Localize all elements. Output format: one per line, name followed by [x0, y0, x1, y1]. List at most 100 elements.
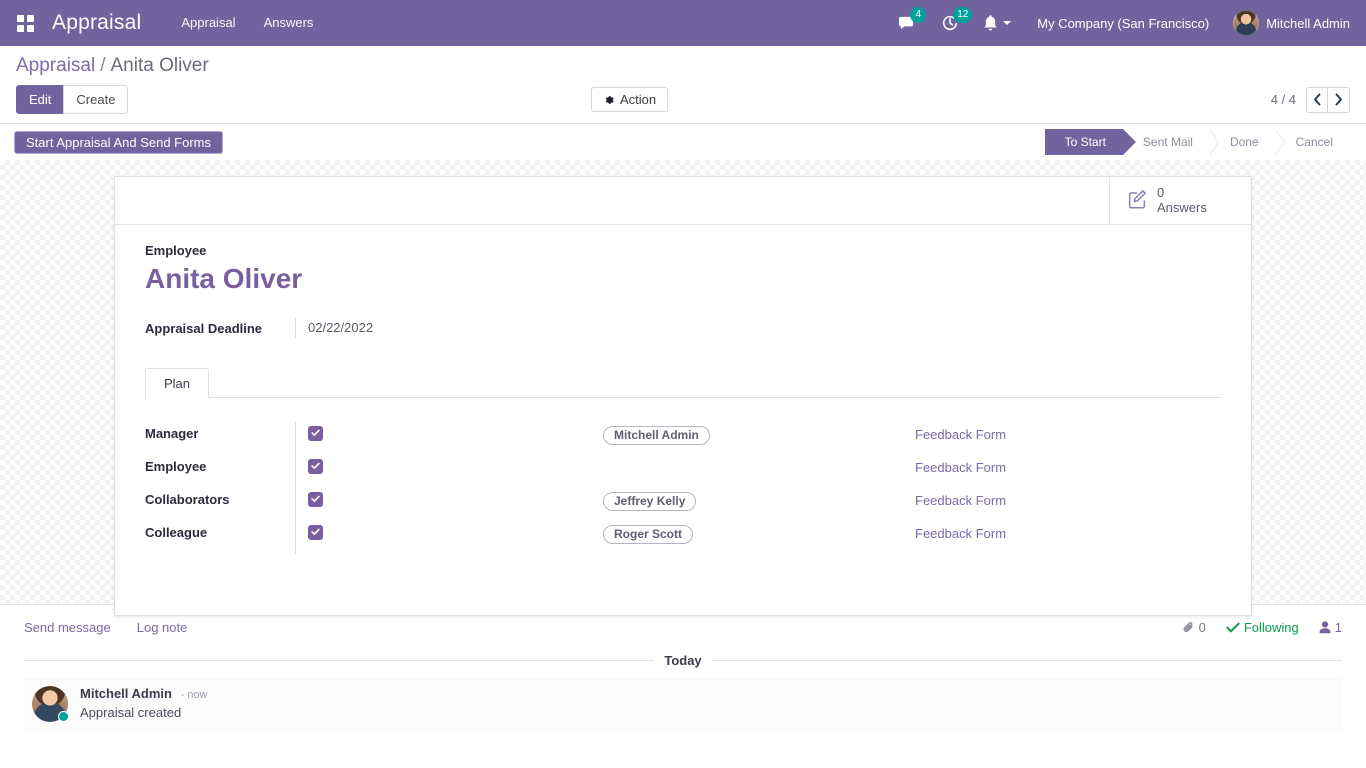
plan-row-tag-cell: Mitchell Admin — [603, 422, 915, 455]
status-to-start[interactable]: To Start — [1045, 129, 1123, 155]
top-navbar: Appraisal Appraisal Answers 4 12 My Comp… — [0, 0, 1366, 46]
message-header: Mitchell Admin - now — [80, 686, 208, 701]
log-note-button[interactable]: Log note — [137, 620, 188, 635]
company-switcher[interactable]: My Company (San Francisco) — [1023, 16, 1223, 31]
gear-icon — [603, 94, 615, 106]
plan-row-tag-cell: Jeffrey Kelly — [603, 488, 915, 521]
tag-jeffrey-kelly[interactable]: Jeffrey Kelly — [603, 492, 696, 511]
plan-row-checkbox-cell — [295, 422, 603, 455]
status-sent-mail[interactable]: Sent Mail — [1123, 129, 1210, 155]
chevron-down-icon — [1003, 21, 1011, 25]
checkbox-colleague[interactable] — [308, 525, 323, 540]
breadcrumb-current: Anita Oliver — [111, 55, 209, 77]
control-panel-buttons: Edit Create Action 4 / 4 — [16, 79, 1350, 123]
paperclip-icon — [1182, 621, 1195, 634]
attachments-button[interactable]: 0 — [1182, 620, 1206, 635]
tag-roger-scott[interactable]: Roger Scott — [603, 525, 693, 544]
smart-button-answers[interactable]: 0 Answers — [1109, 177, 1251, 224]
plan-row-checkbox-cell — [295, 455, 603, 488]
employee-label: Employee — [145, 243, 1221, 258]
message-thread: Today Mitchell Admin - now Appraisal cre… — [24, 645, 1342, 732]
appraisal-deadline-value[interactable]: 02/22/2022 — [295, 318, 415, 338]
check-icon — [311, 528, 320, 536]
feedback-form-link-manager[interactable]: Feedback Form — [915, 427, 1006, 442]
create-button[interactable]: Create — [63, 85, 128, 114]
feedback-form-link-colleague[interactable]: Feedback Form — [915, 526, 1006, 541]
messages-button[interactable]: 4 — [886, 0, 929, 46]
action-menu-wrapper: Action — [591, 87, 668, 112]
chevron-right-icon — [1334, 93, 1343, 106]
divider — [24, 660, 654, 661]
message-body: Appraisal created — [80, 705, 208, 720]
table-row: Employee Fe — [145, 455, 1221, 488]
checkbox-employee[interactable] — [308, 459, 323, 474]
check-icon — [1226, 622, 1240, 633]
appraisal-deadline-label: Appraisal Deadline — [145, 321, 295, 336]
pager-previous-button[interactable] — [1306, 87, 1328, 113]
notifications-button[interactable] — [971, 0, 1023, 46]
followers-count: 1 — [1335, 620, 1342, 635]
breadcrumb: Appraisal / Anita Oliver — [16, 46, 1350, 79]
status-cancel[interactable]: Cancel — [1276, 129, 1350, 155]
message-author[interactable]: Mitchell Admin — [80, 686, 172, 701]
user-menu[interactable]: Mitchell Admin — [1223, 0, 1356, 46]
plan-row-label: Colleague — [145, 521, 295, 554]
status-done[interactable]: Done — [1210, 129, 1276, 155]
plan-row-label: Manager — [145, 422, 295, 455]
activities-button[interactable]: 12 — [929, 0, 971, 46]
action-button[interactable]: Action — [591, 87, 668, 112]
appraisal-deadline-row: Appraisal Deadline 02/22/2022 — [145, 318, 1221, 338]
date-separator: Today — [24, 653, 1342, 678]
smart-button-bar: 0 Answers — [115, 177, 1251, 225]
plan-row-checkbox-cell — [295, 488, 603, 521]
plan-row-label: Employee — [145, 455, 295, 488]
feedback-form-link-employee[interactable]: Feedback Form — [915, 460, 1006, 475]
pager-value[interactable]: 4 / 4 — [1271, 92, 1296, 107]
check-icon — [311, 462, 320, 470]
navbar-right-group: 4 12 My Company (San Francisco) Mitchell… — [886, 0, 1356, 46]
avatar — [1233, 10, 1259, 36]
smart-button-label: Answers — [1157, 201, 1207, 216]
chevron-left-icon — [1313, 93, 1322, 106]
menu-item-answers[interactable]: Answers — [250, 0, 328, 46]
start-appraisal-button[interactable]: Start Appraisal And Send Forms — [14, 131, 223, 154]
pencil-square-icon — [1126, 188, 1148, 213]
messages-badge: 4 — [910, 7, 926, 23]
tag-mitchell-admin[interactable]: Mitchell Admin — [603, 426, 710, 445]
plan-row-link-cell: Feedback Form — [915, 488, 1221, 521]
menu-item-appraisal[interactable]: Appraisal — [167, 0, 249, 46]
plan-row-tag-cell — [603, 455, 915, 488]
check-icon — [311, 429, 320, 437]
chatter-stats: 0 Following 1 — [1182, 620, 1342, 635]
plan-row-link-cell: Feedback Form — [915, 455, 1221, 488]
pager: 4 / 4 — [1271, 87, 1350, 113]
edit-button[interactable]: Edit — [16, 85, 64, 114]
checkbox-manager[interactable] — [308, 426, 323, 441]
table-row: Colleague Roger Scott — [145, 521, 1221, 554]
followers-button[interactable]: 1 — [1319, 620, 1342, 635]
tab-plan[interactable]: Plan — [145, 368, 209, 398]
attachments-count: 0 — [1199, 620, 1206, 635]
app-brand-name[interactable]: Appraisal — [52, 11, 141, 35]
breadcrumb-root[interactable]: Appraisal — [16, 55, 95, 77]
checkbox-collaborators[interactable] — [308, 492, 323, 507]
plan-row-link-cell: Feedback Form — [915, 521, 1221, 554]
user-icon — [1319, 621, 1331, 634]
form-body: Employee Anita Oliver Appraisal Deadline… — [115, 225, 1251, 576]
employee-name[interactable]: Anita Oliver — [145, 261, 1221, 296]
feedback-form-link-collaborators[interactable]: Feedback Form — [915, 493, 1006, 508]
apps-menu-button[interactable] — [8, 6, 42, 40]
form-sheet: 0 Answers Employee Anita Oliver Appraisa… — [114, 176, 1252, 616]
plan-row-link-cell: Feedback Form — [915, 422, 1221, 455]
send-message-button[interactable]: Send message — [24, 620, 111, 635]
plan-row-tag-cell: Roger Scott — [603, 521, 915, 554]
bell-icon — [983, 15, 998, 32]
pager-next-button[interactable] — [1328, 87, 1350, 113]
user-name: Mitchell Admin — [1266, 16, 1350, 31]
plan-row-checkbox-cell — [295, 521, 603, 554]
apps-grid-icon — [17, 15, 34, 32]
date-separator-label: Today — [664, 653, 701, 668]
chatter: Send message Log note 0 Following — [0, 604, 1366, 732]
table-row: Manager Mitchell Admin — [145, 422, 1221, 455]
following-button[interactable]: Following — [1226, 620, 1299, 635]
